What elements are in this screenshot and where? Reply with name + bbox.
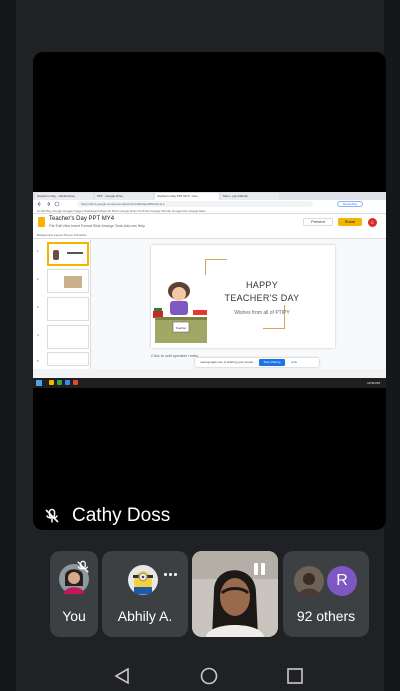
browser-toolbar: https://docs.google.com/presentation/d/1…	[33, 200, 386, 208]
mic-off-icon	[45, 508, 59, 523]
pin-bars-icon[interactable]	[254, 563, 266, 575]
participant-tile-you[interactable]: You	[50, 551, 98, 637]
others-avatar	[294, 566, 324, 596]
back-icon[interactable]	[113, 667, 131, 685]
browser-tab[interactable]: Teacher's Day - Vanilla Rose	[35, 193, 93, 200]
slide-thumbnail[interactable]	[47, 297, 89, 321]
document-title[interactable]: Teacher's Day PPT MY4	[49, 216, 114, 222]
address-bar[interactable]: https://docs.google.com/presentation/d/1…	[77, 201, 313, 207]
others-initial-avatar: R	[327, 566, 357, 596]
slide-frame-corner	[263, 305, 285, 329]
app-icon[interactable]	[73, 380, 78, 385]
share-button[interactable]: Share	[338, 218, 362, 226]
participant-tile-video[interactable]	[192, 551, 278, 637]
windows-start-icon[interactable]	[36, 380, 42, 386]
participant-tile[interactable]: Abhily A.	[102, 551, 188, 637]
slide-thumbnail[interactable]	[47, 352, 89, 366]
slide-canvas: HAPPY TEACHER'S DAY Wishes from all of P…	[91, 239, 386, 369]
slide-number: 1	[37, 249, 39, 253]
screen-share-banner: meet.google.com is sharing your screen. …	[195, 358, 319, 367]
slide-number: 2	[37, 277, 39, 281]
slide-thumbnail[interactable]	[47, 325, 89, 349]
main-participant-name: Cathy Doss	[72, 505, 171, 526]
present-button[interactable]: Present	[303, 218, 333, 226]
participant-name: You	[62, 608, 86, 624]
slides-header: Teacher's Day PPT MY4 File Edit View Ins…	[33, 214, 386, 232]
recording-indicator: Recording	[337, 201, 363, 207]
right-edge	[384, 0, 400, 691]
file-explorer-icon[interactable]	[49, 380, 54, 385]
slide-thumbnail[interactable]	[47, 269, 89, 293]
more-options-icon[interactable]	[162, 563, 177, 581]
browser-tab[interactable]: PPT - Google Drive	[95, 193, 153, 200]
current-slide[interactable]: HAPPY TEACHER'S DAY Wishes from all of P…	[151, 245, 335, 348]
stop-sharing-button[interactable]: Stop sharing	[259, 359, 285, 366]
home-icon[interactable]	[200, 667, 218, 685]
account-avatar[interactable]: C	[368, 218, 377, 227]
menu-bar[interactable]: File Edit View Insert Format Slide Arran…	[49, 224, 145, 228]
share-banner-text: meet.google.com is sharing your screen.	[200, 360, 255, 364]
left-edge	[0, 0, 16, 691]
browser-tab[interactable]: Meet - pxp-bftd-fkn	[221, 193, 279, 200]
slide-number: 5	[37, 359, 39, 363]
main-video-tile[interactable]: Teacher's Day - Vanilla Rose PPT - Googl…	[33, 52, 386, 530]
browser-tab-active[interactable]: Teacher's Day PPT MY4 - Goo	[155, 193, 219, 200]
chrome-icon[interactable]	[57, 380, 62, 385]
slides-toolbar[interactable]: Background Layout Theme Transition	[33, 232, 386, 239]
slides-logo-icon	[38, 217, 45, 227]
teacher-illustration-icon: Teacher	[153, 282, 207, 343]
shared-screen: Teacher's Day - Vanilla Rose PPT - Googl…	[33, 192, 386, 388]
slide-number: 3	[37, 305, 39, 309]
thumbnail-text-line	[67, 252, 83, 254]
taskbar-clock: 12:53 PM	[367, 381, 380, 385]
browser-tab-strip: Teacher's Day - Vanilla Rose PPT - Googl…	[33, 192, 386, 200]
participant-tile-others[interactable]: R 92 others	[283, 551, 369, 637]
mic-off-icon	[77, 560, 89, 573]
slide-thumbnail-selected[interactable]	[47, 242, 89, 266]
slide-filmstrip: 1 2 3 4 5	[33, 239, 91, 369]
browser-nav-icons[interactable]	[37, 201, 71, 207]
thumbnail-paper	[64, 276, 82, 288]
participant-name: Abhily A.	[117, 608, 173, 624]
recents-icon[interactable]	[287, 667, 303, 685]
android-nav-bar	[0, 647, 400, 691]
hide-banner-link[interactable]: Hide	[291, 358, 297, 367]
minion-avatar	[128, 565, 158, 595]
slide-frame-corner	[205, 259, 227, 275]
participant-name: 92 others	[296, 608, 356, 624]
teacher-sign-text: Teacher	[176, 326, 187, 330]
windows-taskbar: 12:53 PM	[33, 378, 386, 388]
thumbnail-figure	[53, 250, 59, 260]
app-icon[interactable]	[65, 380, 70, 385]
speaker-notes[interactable]: Click to add speaker notes	[151, 353, 198, 358]
slide-number: 4	[37, 333, 39, 337]
